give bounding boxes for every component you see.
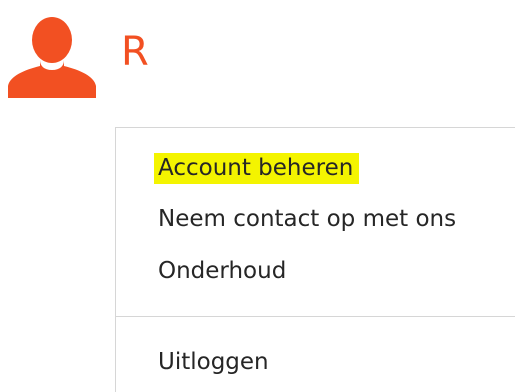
person-silhouette-icon — [8, 17, 96, 98]
user-avatar-icon[interactable] — [6, 10, 98, 98]
menu-divider — [116, 316, 515, 317]
menu-item-contact-us[interactable]: Neem contact op met ons — [158, 204, 456, 234]
account-page: R Account beheren Neem contact op met on… — [0, 0, 515, 392]
menu-item-label: Account beheren — [154, 153, 360, 184]
user-initial[interactable]: R — [121, 28, 149, 76]
account-dropdown-menu: Account beheren Neem contact op met ons … — [115, 127, 515, 392]
menu-item-manage-account[interactable]: Account beheren — [154, 153, 360, 184]
menu-item-maintenance[interactable]: Onderhoud — [158, 256, 286, 286]
user-header: R — [0, 0, 515, 110]
menu-item-logout[interactable]: Uitloggen — [158, 347, 269, 377]
